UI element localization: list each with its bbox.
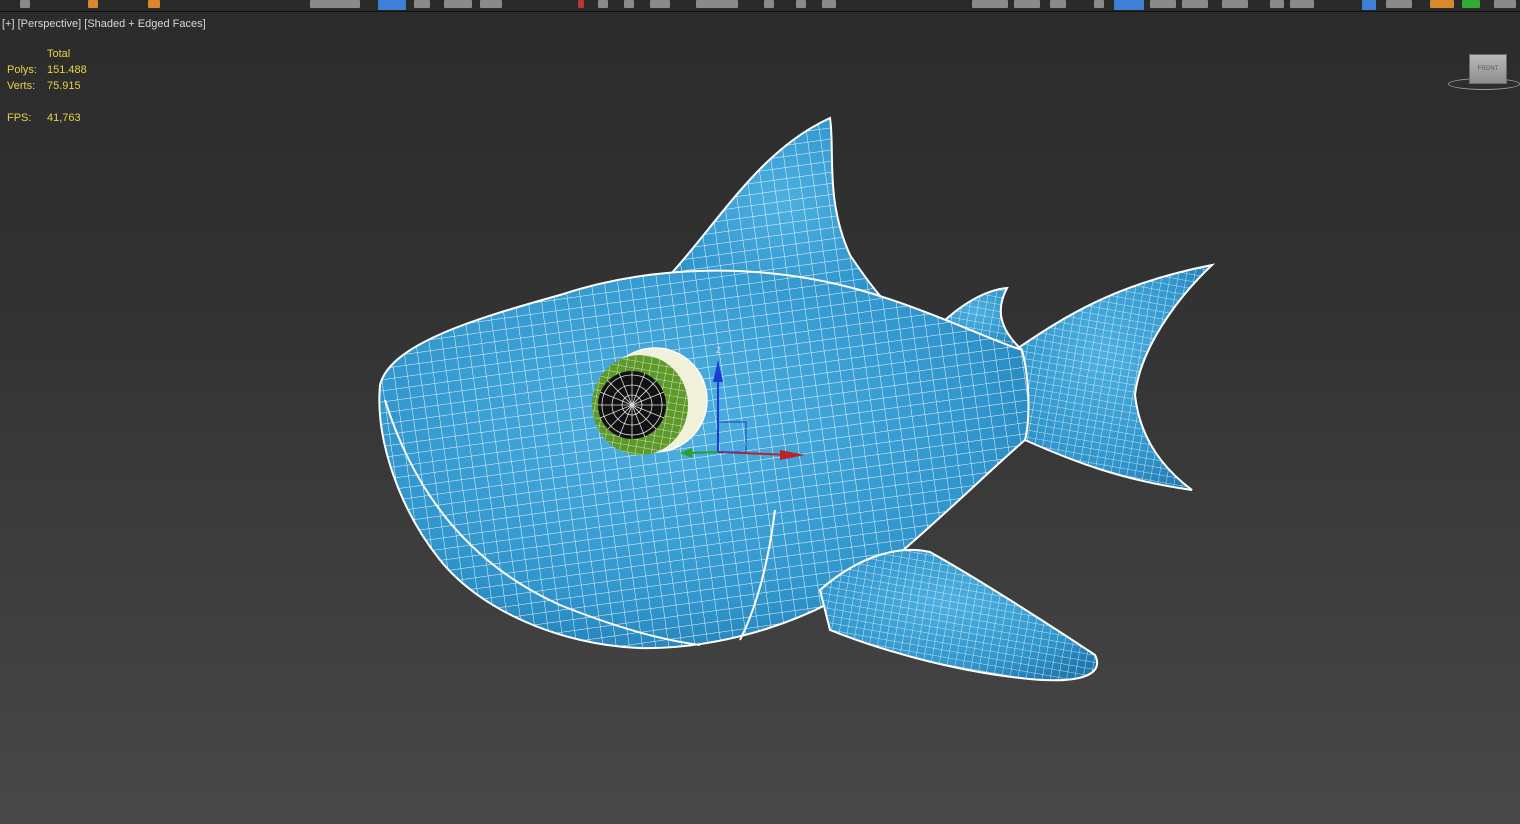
shark-model[interactable] [378, 116, 1216, 682]
viewcube-icon[interactable]: FRONT [1446, 50, 1520, 92]
verts-label: Verts: [7, 80, 36, 92]
gizmo-axis-z-label: Z [716, 346, 721, 355]
viewport-menu-button[interactable]: [+] [2, 18, 15, 30]
viewport-label: [+] [Perspective] [Shaded + Edged Faces] [2, 18, 206, 30]
shading-mode-button[interactable]: [Shaded + Edged Faces] [84, 18, 205, 30]
viewcube-front-face[interactable]: FRONT [1469, 54, 1507, 84]
fps-label: FPS: [7, 112, 32, 124]
verts-value: 75.915 [47, 80, 81, 92]
polys-value: 151.488 [47, 64, 87, 76]
polys-label: Polys: [7, 64, 37, 76]
view-mode-button[interactable]: [Perspective] [18, 18, 82, 30]
stats-header: Total [47, 48, 71, 60]
viewport-canvas[interactable]: Z [0, 0, 1520, 824]
fps-value: 41,763 [47, 112, 81, 124]
